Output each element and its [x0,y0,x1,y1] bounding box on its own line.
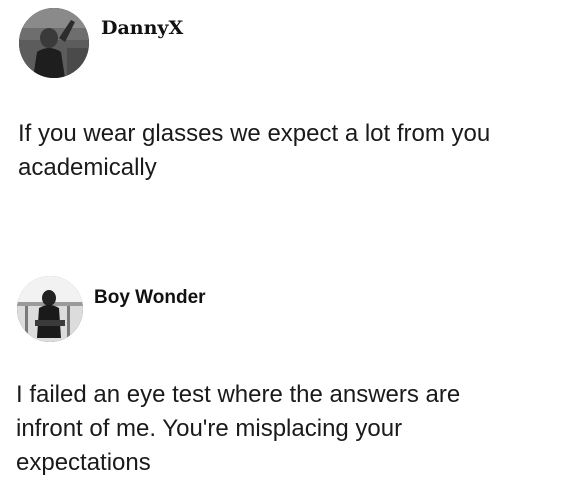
post: DannyX If you wear glasses we expect a l… [0,0,566,250]
username[interactable]: Boy Wonder [94,287,206,309]
user-avatar-icon [19,8,89,78]
user-avatar-icon [17,276,83,342]
post: Boy Wonder I failed an eye test where th… [0,250,566,500]
post-text-line: If you wear glasses we expect a lot from… [18,120,491,147]
avatar[interactable] [19,8,89,78]
username[interactable]: DannyX [101,17,183,39]
avatar[interactable] [17,276,83,342]
post-text-line: academically [18,154,157,181]
post-text: I failed an eye test where the answers a… [16,378,556,480]
post-text: If you wear glasses we expect a lot from… [18,117,558,185]
post-text-line: expectations [16,449,151,476]
post-text-line: infront of me. You're misplacing your [16,415,403,442]
post-text-line: I failed an eye test where the answers a… [16,381,461,408]
